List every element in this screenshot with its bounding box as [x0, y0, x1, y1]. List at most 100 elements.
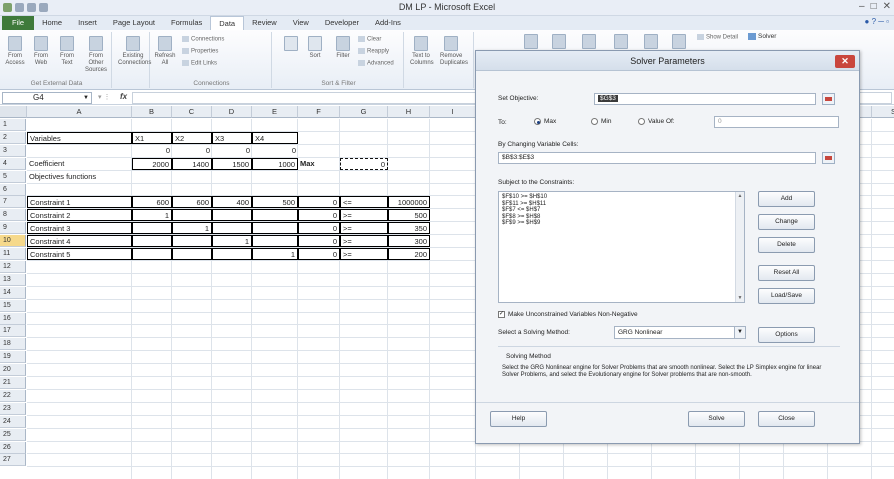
reset-all-button[interactable]: Reset All [758, 265, 815, 281]
cell-d4[interactable]: 1500 [212, 157, 252, 170]
clear-button[interactable]: Clear [358, 36, 381, 43]
tab-file[interactable]: File [2, 16, 35, 30]
cell-b7[interactable]: 600 [132, 196, 172, 209]
row-header-11[interactable]: 11 [0, 248, 26, 260]
what-if-button[interactable] [578, 34, 600, 51]
name-box-dropdown-icon[interactable]: ▼ [83, 93, 89, 103]
constraints-scrollbar[interactable]: ▲ ▼ [735, 192, 744, 302]
tab-formulas[interactable]: Formulas [163, 16, 210, 30]
name-box[interactable]: G4 ▼ [2, 92, 92, 104]
scroll-down-icon[interactable]: ▼ [737, 295, 743, 301]
column-header-i[interactable]: I [430, 106, 476, 118]
column-header-b[interactable]: B [132, 106, 172, 118]
dialog-close-button[interactable]: ✕ [835, 55, 855, 68]
from-web-button[interactable]: From Web [30, 36, 52, 67]
column-header-h[interactable]: H [388, 106, 430, 118]
row-header-6[interactable]: 6 [0, 183, 26, 196]
cell-b8[interactable]: 1 [132, 209, 172, 222]
cell-a7[interactable]: Constraint 1 [27, 196, 132, 209]
close-window-icon[interactable]: ✕ [883, 1, 891, 12]
cell-b9[interactable] [132, 222, 172, 235]
cell-a8[interactable]: Constraint 2 [27, 209, 132, 222]
row-header-1[interactable]: 1 [0, 119, 26, 131]
solver-button[interactable]: Solver [748, 33, 776, 40]
cell-b10[interactable] [132, 235, 172, 248]
cell-e9[interactable] [252, 222, 298, 235]
cell-g4[interactable]: 0 [340, 157, 388, 170]
tab-insert[interactable]: Insert [70, 16, 105, 30]
row-header-8[interactable]: 8 [0, 209, 26, 222]
cell-d10[interactable]: 1 [212, 235, 252, 248]
remove-duplicates-button[interactable]: Remove Duplicates [440, 36, 468, 67]
column-header-f[interactable]: F [298, 106, 340, 118]
solve-button[interactable]: Solve [688, 411, 745, 427]
dropdown-arrow-icon[interactable]: ▼ [734, 327, 745, 338]
constraint-item[interactable]: $F$10 >= $H$10 [502, 194, 741, 201]
from-text-button[interactable]: From Text [56, 36, 78, 67]
cell-d7[interactable]: 400 [212, 196, 252, 209]
subtotal-button[interactable] [668, 34, 690, 51]
row-header-17[interactable]: 17 [0, 325, 26, 338]
advanced-button[interactable]: Advanced [358, 60, 394, 67]
row-header-16[interactable]: 16 [0, 312, 26, 325]
consolidate-button[interactable] [548, 34, 570, 51]
data-validation-button[interactable] [520, 34, 542, 51]
row-header-23[interactable]: 23 [0, 402, 26, 415]
cell-a9[interactable]: Constraint 3 [27, 222, 132, 235]
cell-e10[interactable] [252, 235, 298, 248]
tab-data[interactable]: Data [210, 16, 245, 30]
cell-g9[interactable]: >= [340, 222, 388, 235]
cell-c3[interactable]: 0 [172, 145, 212, 157]
constraint-item[interactable]: $F$9 >= $H$9 [502, 220, 741, 227]
sort-az-button[interactable] [280, 36, 302, 53]
radio-max[interactable]: Max [534, 118, 556, 125]
cell-c11[interactable] [172, 248, 212, 260]
row-header-9[interactable]: 9 [0, 222, 26, 235]
constraint-item[interactable]: $F$7 <= $H$7 [502, 207, 741, 214]
radio-value-of[interactable]: Value Of: [638, 118, 675, 125]
cell-c10[interactable] [172, 235, 212, 248]
cell-f8[interactable]: 0 [298, 209, 340, 222]
cell-h11[interactable]: 200 [388, 248, 430, 260]
cell-c7[interactable]: 600 [172, 196, 212, 209]
cell-c4[interactable]: 1400 [172, 157, 212, 170]
row-header-24[interactable]: 24 [0, 415, 26, 428]
column-header-a[interactable]: A [27, 106, 132, 118]
cell-h8[interactable]: 500 [388, 209, 430, 222]
cell-a10[interactable]: Constraint 4 [27, 235, 132, 248]
tab-home[interactable]: Home [34, 16, 70, 30]
options-button[interactable]: Options [758, 327, 815, 343]
sort-button[interactable]: Sort [304, 36, 326, 60]
group-button[interactable] [610, 34, 632, 51]
row-header-19[interactable]: 19 [0, 351, 26, 364]
edit-links-button[interactable]: Edit Links [182, 60, 217, 67]
row-header-7[interactable]: 7 [0, 196, 26, 209]
row-header-26[interactable]: 26 [0, 441, 26, 454]
cell-f9[interactable]: 0 [298, 222, 340, 235]
constraint-item[interactable]: $F$11 >= $H$11 [502, 201, 741, 208]
cell-d8[interactable] [212, 209, 252, 222]
cell-g10[interactable]: >= [340, 235, 388, 248]
row-header-4[interactable]: 4 [0, 157, 26, 170]
connections-button[interactable]: Connections [182, 36, 224, 43]
row-header-25[interactable]: 25 [0, 428, 26, 441]
row-header-27[interactable]: 27 [0, 454, 26, 467]
cell-d2[interactable]: X3 [212, 131, 252, 144]
constraints-list[interactable]: $F$10 >= $H$10 $F$11 >= $H$11 $F$7 <= $H… [498, 191, 745, 303]
tab-page-layout[interactable]: Page Layout [105, 16, 163, 30]
cell-f7[interactable]: 0 [298, 196, 340, 209]
from-other-sources-button[interactable]: From Other Sources [82, 36, 110, 74]
properties-button[interactable]: Properties [182, 48, 218, 55]
reapply-button[interactable]: Reapply [358, 48, 389, 55]
value-of-input[interactable]: 0 [714, 116, 839, 128]
row-header-20[interactable]: 20 [0, 364, 26, 377]
tab-developer[interactable]: Developer [317, 16, 367, 30]
non-negative-checkbox[interactable]: ✓ Make Unconstrained Variables Non-Negati… [498, 311, 638, 318]
change-button[interactable]: Change [758, 214, 815, 230]
cell-d11[interactable] [212, 248, 252, 260]
objective-collapse-button[interactable] [822, 93, 835, 105]
cell-g7[interactable]: <= [340, 196, 388, 209]
cell-a2[interactable]: Variables [27, 131, 132, 144]
set-objective-input[interactable]: $G$3 [594, 93, 816, 105]
load-save-button[interactable]: Load/Save [758, 288, 815, 304]
